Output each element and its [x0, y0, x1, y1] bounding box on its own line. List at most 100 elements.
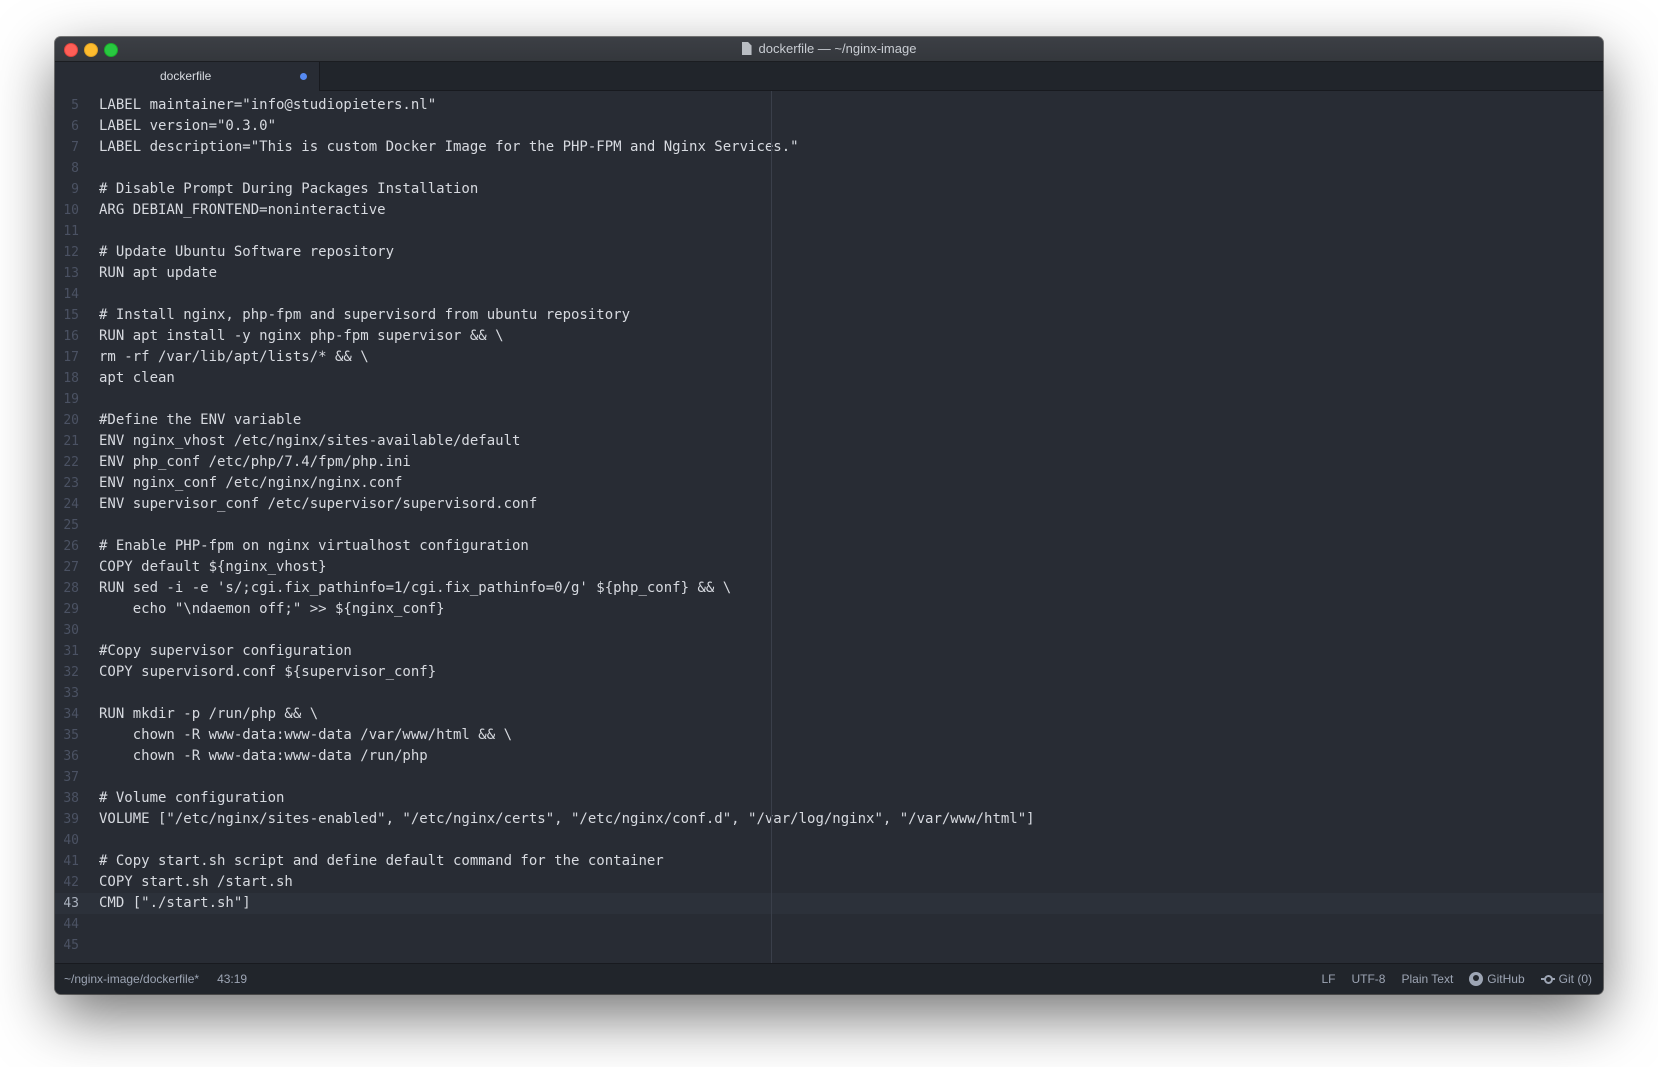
git-status[interactable]: Git (0): [1540, 972, 1592, 986]
line-text: ENV nginx_vhost /etc/nginx/sites-availab…: [99, 433, 521, 449]
line-text: RUN mkdir -p /run/php && \: [99, 706, 319, 722]
line-text: RUN sed -i -e 's/;cgi.fix_pathinfo=1/cgi…: [99, 580, 732, 596]
code-line[interactable]: 6 LABEL version="0.3.0": [55, 116, 1603, 137]
line-ending-status[interactable]: LF: [1321, 972, 1335, 986]
code-line[interactable]: 16 RUN apt install -y nginx php-fpm super…: [55, 326, 1603, 347]
code-line[interactable]: 22 ENV php_conf /etc/php/7.4/fpm/php.ini: [55, 452, 1603, 473]
line-number: 33: [63, 686, 79, 701]
line-number: 43: [63, 896, 79, 911]
code-line[interactable]: 25: [55, 515, 1603, 536]
line-number: 26: [63, 539, 79, 554]
code-line[interactable]: 34 RUN mkdir -p /run/php && \: [55, 704, 1603, 725]
title-bar: dockerfile — ~/nginx-image: [55, 37, 1603, 62]
code-line[interactable]: 31 #Copy supervisor configuration: [55, 641, 1603, 662]
code-line[interactable]: 37: [55, 767, 1603, 788]
code-line[interactable]: 17 rm -rf /var/lib/apt/lists/* && \: [55, 347, 1603, 368]
line-number: 27: [63, 560, 79, 575]
line-text: # Enable PHP-fpm on nginx virtualhost co…: [99, 538, 529, 554]
line-text: #Define the ENV variable: [99, 412, 302, 428]
line-number: 41: [63, 854, 79, 869]
line-text: ENV php_conf /etc/php/7.4/fpm/php.ini: [99, 454, 411, 470]
code-line[interactable]: 36 chown -R www-data:www-data /run/php: [55, 746, 1603, 767]
modified-indicator-icon[interactable]: [300, 73, 307, 80]
code-line[interactable]: 32 COPY supervisord.conf ${supervisor_con…: [55, 662, 1603, 683]
code-line[interactable]: 42 COPY start.sh /start.sh: [55, 872, 1603, 893]
line-text: ARG DEBIAN_FRONTEND=noninteractive: [99, 202, 386, 218]
code-line[interactable]: 45: [55, 935, 1603, 956]
line-number: 6: [71, 119, 79, 134]
line-number: 44: [63, 917, 79, 932]
line-number: 15: [63, 308, 79, 323]
code-line[interactable]: 12 # Update Ubuntu Software repository: [55, 242, 1603, 263]
code-line[interactable]: 15 # Install nginx, php-fpm and superviso…: [55, 305, 1603, 326]
line-text: COPY start.sh /start.sh: [99, 874, 293, 890]
line-text: COPY default ${nginx_vhost}: [99, 559, 327, 575]
code-line[interactable]: 40: [55, 830, 1603, 851]
code-line[interactable]: 20 #Define the ENV variable: [55, 410, 1603, 431]
line-number: 8: [71, 161, 79, 176]
line-number: 36: [63, 749, 79, 764]
encoding-status[interactable]: UTF-8: [1351, 972, 1385, 986]
status-bar: ~/nginx-image/dockerfile* 43:19 LF UTF-8 Pl…: [55, 963, 1603, 994]
line-number: 35: [63, 728, 79, 743]
file-path-status[interactable]: ~/nginx-image/dockerfile*: [64, 972, 199, 986]
line-number: 28: [63, 581, 79, 596]
code-line[interactable]: 11: [55, 221, 1603, 242]
code-lines: 4# LABEL about the custom image5LABEL ma…: [55, 91, 1603, 956]
code-line[interactable]: 14: [55, 284, 1603, 305]
line-number: 32: [63, 665, 79, 680]
code-line[interactable]: 30: [55, 620, 1603, 641]
cursor-position-status[interactable]: 43:19: [217, 972, 247, 986]
code-line[interactable]: 8: [55, 158, 1603, 179]
line-text: #Copy supervisor configuration: [99, 643, 352, 659]
line-number: 7: [71, 140, 79, 155]
code-line[interactable]: 41 # Copy start.sh script and define defa…: [55, 851, 1603, 872]
line-text: # Copy start.sh script and define defaul…: [99, 853, 664, 869]
code-line[interactable]: 21 ENV nginx_vhost /etc/nginx/sites-avail…: [55, 431, 1603, 452]
code-line[interactable]: 23 ENV nginx_conf /etc/nginx/nginx.conf: [55, 473, 1603, 494]
code-line[interactable]: 28 RUN sed -i -e 's/;cgi.fix_pathinfo=1/c…: [55, 578, 1603, 599]
code-line[interactable]: 24 ENV supervisor_conf /etc/supervisor/su…: [55, 494, 1603, 515]
line-number: 13: [63, 266, 79, 281]
code-line[interactable]: 44: [55, 914, 1603, 935]
line-number: 42: [63, 875, 79, 890]
code-line[interactable]: 19: [55, 389, 1603, 410]
code-line[interactable]: 26 # Enable PHP-fpm on nginx virtualhost …: [55, 536, 1603, 557]
github-status[interactable]: GitHub: [1469, 972, 1525, 986]
code-line[interactable]: 13 RUN apt update: [55, 263, 1603, 284]
tab-dockerfile[interactable]: dockerfile: [55, 62, 320, 91]
code-line[interactable]: 35 chown -R www-data:www-data /var/www/h…: [55, 725, 1603, 746]
text-editor[interactable]: 4# LABEL about the custom image5LABEL ma…: [55, 91, 1603, 994]
line-number: 22: [63, 455, 79, 470]
code-line[interactable]: 9 # Disable Prompt During Packages Instal…: [55, 179, 1603, 200]
line-number: 25: [63, 518, 79, 533]
line-number: 24: [63, 497, 79, 512]
line-number: 17: [63, 350, 79, 365]
line-text: ENV supervisor_conf /etc/supervisor/supe…: [99, 496, 538, 512]
line-number: 29: [63, 602, 79, 617]
line-number: 10: [63, 203, 79, 218]
code-line[interactable]: 39 VOLUME ["/etc/nginx/sites-enabled", "/…: [55, 809, 1603, 830]
code-line[interactable]: 7 LABEL description="This is custom Docke…: [55, 137, 1603, 158]
line-text: chown -R www-data:www-data /var/www/html…: [99, 727, 513, 743]
code-line[interactable]: 38 # Volume configuration: [55, 788, 1603, 809]
grammar-status[interactable]: Plain Text: [1401, 972, 1453, 986]
code-line[interactable]: 5 LABEL maintainer="info@studiopieters.nl…: [55, 95, 1603, 116]
line-text: RUN apt install -y nginx php-fpm supervi…: [99, 328, 504, 344]
code-line[interactable]: 10 ARG DEBIAN_FRONTEND=noninteractive: [55, 200, 1603, 221]
line-number: 18: [63, 371, 79, 386]
editor-window: dockerfile — ~/nginx-image dockerfile 4#…: [55, 37, 1603, 994]
line-text: VOLUME ["/etc/nginx/sites-enabled", "/et…: [99, 811, 1035, 827]
line-text: apt clean: [99, 370, 175, 386]
line-text: # Update Ubuntu Software repository: [99, 244, 395, 260]
line-number: 34: [63, 707, 79, 722]
line-text: chown -R www-data:www-data /run/php: [99, 748, 428, 764]
line-number: 38: [63, 791, 79, 806]
code-line[interactable]: 27 COPY default ${nginx_vhost}: [55, 557, 1603, 578]
code-line[interactable]: 29 echo "\ndaemon off;" >> ${nginx_conf}: [55, 599, 1603, 620]
line-number: 37: [63, 770, 79, 785]
code-line[interactable]: 43 CMD ["./start.sh"]: [55, 893, 1603, 914]
code-line[interactable]: 33: [55, 683, 1603, 704]
code-line[interactable]: 18 apt clean: [55, 368, 1603, 389]
github-icon: [1469, 972, 1484, 986]
